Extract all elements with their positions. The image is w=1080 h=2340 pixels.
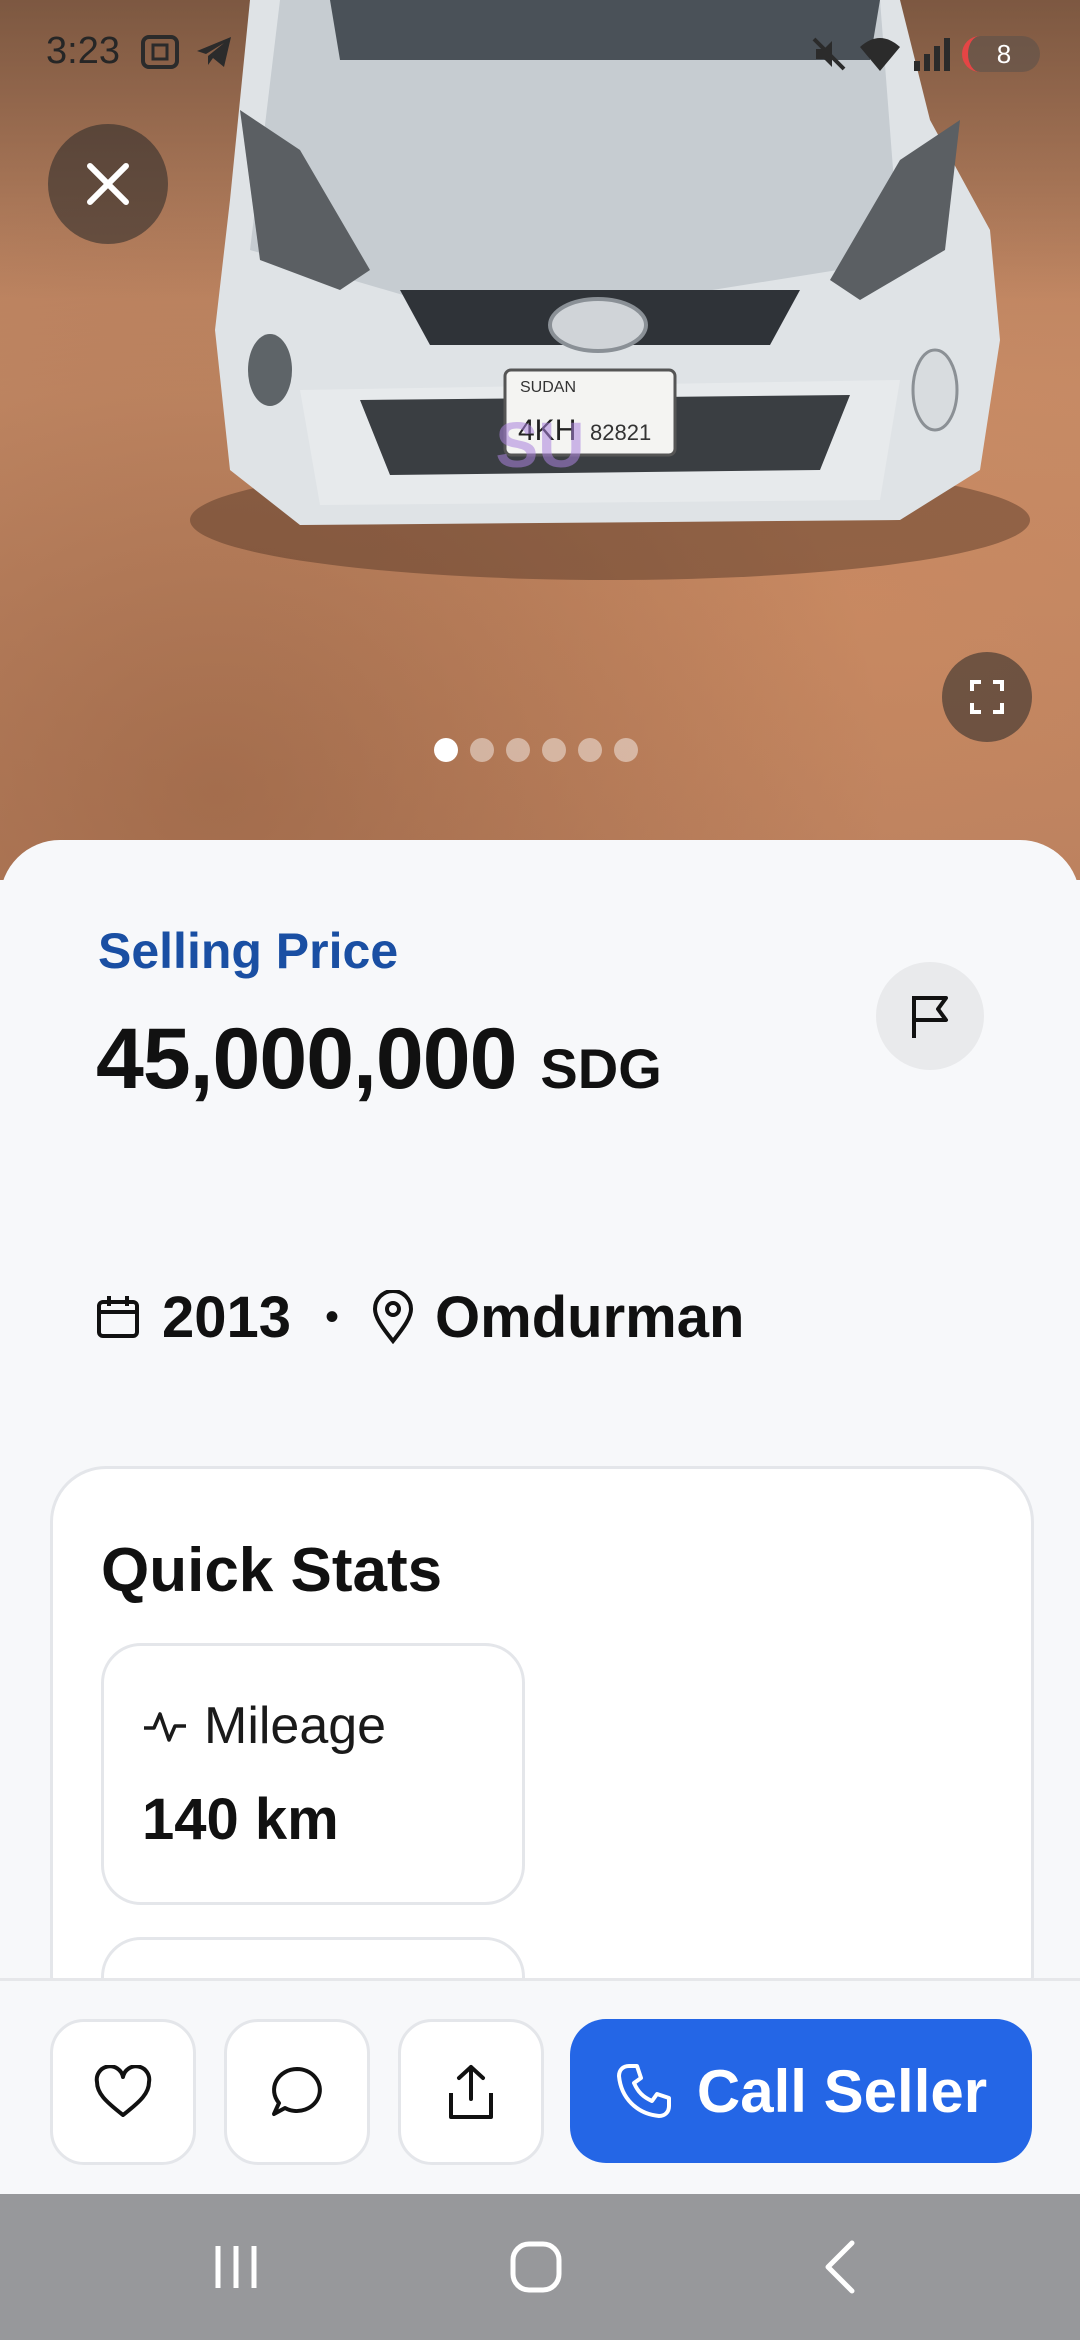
recents-icon [215,2246,257,2288]
gallery-dot[interactable] [578,738,602,762]
close-button[interactable] [48,124,168,244]
price-label: Selling Price [98,923,399,979]
stat-label-row: Mileage [142,1696,386,1756]
back-chevron-icon [825,2240,855,2294]
home-icon [510,2241,562,2293]
status-bar: 3:23 8 [0,0,1080,110]
gallery-dot[interactable] [434,738,458,762]
share-icon [449,2065,493,2119]
system-navigation-bar [0,2194,1080,2340]
battery-level: 8 [996,38,1012,69]
call-seller-label: Call Seller [696,2057,988,2125]
recents-button[interactable] [196,2232,276,2302]
listing-meta: 2013 • Omdurman [96,1282,744,1352]
status-time: 3:23 [46,30,120,72]
stat-label: Mileage [204,1697,387,1755]
mute-icon [812,37,846,71]
heart-icon [94,2065,152,2117]
stat-tile-mileage: Mileage 140 km [101,1643,525,1905]
gallery-dot[interactable] [470,738,494,762]
signal-icon [914,38,950,71]
price-value: 45,000,000 [96,1011,517,1107]
price-row: 45,000,000 SDG [96,1010,662,1109]
flag-icon [912,996,948,1038]
bottom-action-bar: Call Seller [0,1978,1080,2197]
share-button[interactable] [398,2019,544,2165]
close-icon [87,163,129,205]
svg-text:SUDAN: SUDAN [520,379,576,396]
home-button[interactable] [496,2232,576,2302]
location: Omdurman [435,1284,745,1350]
favorite-button[interactable] [50,2019,196,2165]
stat-value: 140 km [142,1787,339,1852]
gallery-dot[interactable] [614,738,638,762]
quick-stats-card: Quick Stats Mileage 140 km [50,1466,1034,2143]
telegram-icon [197,37,231,67]
status-notification-icons [140,34,234,70]
fullscreen-button[interactable] [942,652,1032,742]
price-currency: SDG [540,1037,662,1100]
status-system-icons: 8 [810,32,1040,76]
watermark-logo: SU [495,409,585,481]
calendar-icon [97,1296,139,1338]
chat-bubble-icon [272,2067,322,2116]
wifi-icon [860,38,900,71]
phone-icon [616,2064,671,2118]
activity-icon [144,1712,186,1742]
gallery-dot[interactable] [542,738,566,762]
chat-button[interactable] [224,2019,370,2165]
report-button[interactable] [876,962,984,1070]
screenshot-icon [141,35,179,69]
meta-separator: • [325,1294,340,1339]
call-seller-button[interactable]: Call Seller [570,2019,1032,2163]
gallery-dot[interactable] [506,738,530,762]
gallery-pagination [434,738,638,762]
quick-stats-title: Quick Stats [101,1536,443,1605]
model-year: 2013 [162,1284,292,1350]
expand-icon [970,680,1004,714]
location-pin-icon [373,1290,414,1344]
battery-icon: 8 [962,36,1040,72]
back-button[interactable] [800,2232,880,2302]
